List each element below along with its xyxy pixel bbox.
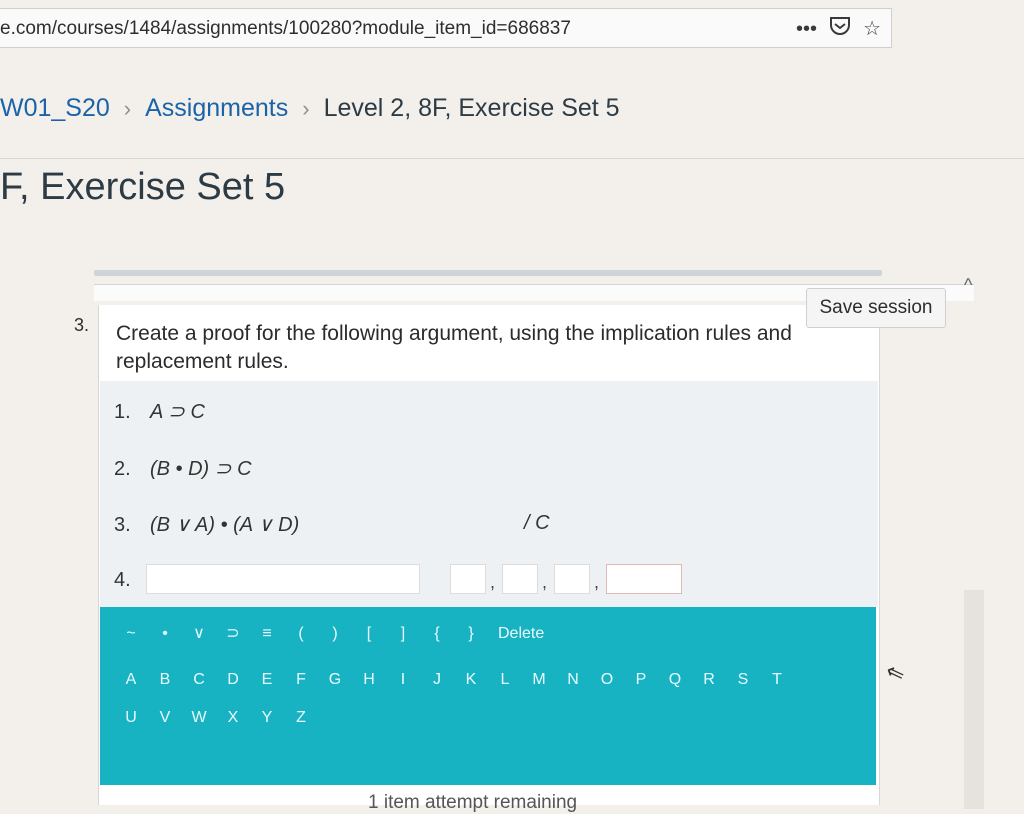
key-R[interactable]: R (692, 669, 726, 691)
key-J[interactable]: J (420, 669, 454, 691)
line-formula: A ⊃ C (150, 401, 205, 423)
line-number: 4. (114, 569, 131, 591)
key-Q[interactable]: Q (658, 669, 692, 691)
scrollbar[interactable] (964, 590, 984, 809)
key-D[interactable]: D (216, 669, 250, 691)
key-C[interactable]: C (182, 669, 216, 691)
line-formula: (B • D) ⊃ C (150, 458, 252, 480)
key-A[interactable]: A (114, 669, 148, 691)
key-V[interactable]: V (148, 707, 182, 729)
line-number: 3. (114, 514, 131, 536)
breadcrumb-assignments[interactable]: Assignments (145, 94, 288, 123)
keyboard-row-letters-2: U V W X Y Z (114, 707, 318, 729)
key-W[interactable]: W (182, 707, 216, 729)
attempts-remaining: 1 item attempt remaining (368, 792, 578, 813)
chevron-right-icon: › (123, 95, 132, 121)
delete-button[interactable]: Delete (488, 623, 550, 645)
breadcrumb-course[interactable]: W01_S20 (0, 94, 110, 123)
key-brace-open[interactable]: { (420, 623, 454, 645)
justification-line-input-2[interactable] (502, 564, 538, 594)
chevron-right-icon: › (302, 95, 310, 121)
chevron-up-icon[interactable]: ^ (964, 275, 972, 296)
key-G[interactable]: G (318, 669, 352, 691)
question-number: 3. (74, 315, 90, 335)
line-number: 2. (114, 458, 131, 480)
key-Y[interactable]: Y (250, 707, 284, 729)
proof-line-1: 1. A ⊃ C (114, 399, 205, 424)
key-X[interactable]: X (216, 707, 250, 729)
frame-border (94, 270, 882, 276)
more-icon[interactable]: ••• (796, 17, 817, 41)
conclusion: / C (524, 512, 550, 534)
key-horseshoe[interactable]: ⊃ (216, 623, 250, 645)
key-N[interactable]: N (556, 669, 590, 691)
key-bracket-open[interactable]: [ (352, 623, 386, 645)
save-session-button[interactable]: Save session (806, 288, 946, 328)
question-prompt: Create a proof for the following argumen… (116, 322, 792, 373)
keyboard-row-letters-1: A B C D E F G H I J K L M N O P Q R S T (114, 669, 794, 691)
key-T[interactable]: T (760, 669, 794, 691)
formula-input[interactable] (146, 564, 420, 594)
mouse-cursor-icon: ⇖ (882, 657, 908, 688)
key-F[interactable]: F (284, 669, 318, 691)
breadcrumb-current: Level 2, 8F, Exercise Set 5 (323, 94, 620, 122)
browser-url-bar[interactable]: e.com/courses/1484/assignments/100280?mo… (0, 8, 892, 48)
key-bracket-close[interactable]: ] (386, 623, 420, 645)
proof-line-2: 2. (B • D) ⊃ C (114, 456, 252, 481)
star-icon[interactable]: ☆ (863, 17, 881, 41)
breadcrumb: W01_S20 › Assignments › Level 2, 8F, Exe… (0, 94, 620, 123)
symbol-keyboard: ~ • ∨ ⊃ ≡ ( ) [ ] { } Delete A B C D E F… (100, 607, 876, 785)
justification-line-input-1[interactable] (450, 564, 486, 594)
key-M[interactable]: M (522, 669, 556, 691)
key-brace-close[interactable]: } (454, 623, 488, 645)
page-title: F, Exercise Set 5 (0, 166, 286, 208)
key-B[interactable]: B (148, 669, 182, 691)
url-actions: ••• ☆ (796, 16, 881, 42)
url-text[interactable]: e.com/courses/1484/assignments/100280?mo… (0, 18, 571, 40)
comma-separator: , (490, 572, 496, 592)
line-number: 1. (114, 401, 131, 423)
rule-input[interactable] (606, 564, 682, 594)
key-E[interactable]: E (250, 669, 284, 691)
justification-line-input-3[interactable] (554, 564, 590, 594)
comma-separator: , (594, 572, 600, 592)
key-triple-bar[interactable]: ≡ (250, 623, 284, 645)
key-L[interactable]: L (488, 669, 522, 691)
key-paren-open[interactable]: ( (284, 623, 318, 645)
key-paren-close[interactable]: ) (318, 623, 352, 645)
key-O[interactable]: O (590, 669, 624, 691)
key-Z[interactable]: Z (284, 707, 318, 729)
key-H[interactable]: H (352, 669, 386, 691)
key-tilde[interactable]: ~ (114, 623, 148, 645)
key-U[interactable]: U (114, 707, 148, 729)
proof-line-4: 4. (114, 569, 150, 592)
keyboard-row-symbols: ~ • ∨ ⊃ ≡ ( ) [ ] { } Delete (114, 623, 550, 645)
key-P[interactable]: P (624, 669, 658, 691)
divider (0, 158, 1024, 159)
pocket-icon[interactable] (829, 16, 851, 42)
line-formula: (B ∨ A) • (A ∨ D) (150, 514, 300, 536)
comma-separator: , (542, 572, 548, 592)
key-K[interactable]: K (454, 669, 488, 691)
proof-line-3: 3. (B ∨ A) • (A ∨ D) (114, 512, 299, 537)
key-dot[interactable]: • (148, 623, 182, 645)
key-I[interactable]: I (386, 669, 420, 691)
key-wedge[interactable]: ∨ (182, 623, 216, 645)
key-S[interactable]: S (726, 669, 760, 691)
